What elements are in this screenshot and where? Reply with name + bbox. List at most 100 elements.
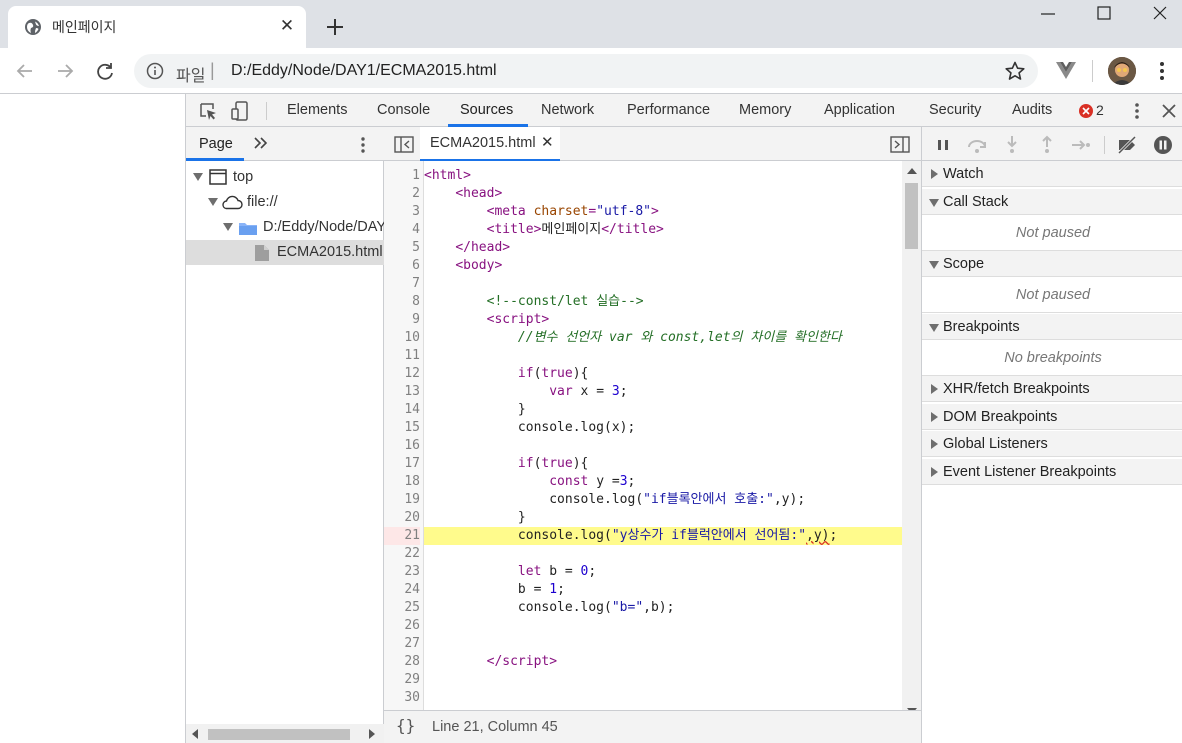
scrollbar-thumb[interactable] <box>208 729 350 740</box>
line-number[interactable]: 27 <box>384 635 420 653</box>
pretty-print-button[interactable]: {} <box>396 716 415 735</box>
tab-performance[interactable]: Performance <box>627 94 710 127</box>
tab-security[interactable]: Security <box>929 94 981 127</box>
line-number[interactable]: 10 <box>384 329 420 347</box>
tab-close-button[interactable]: ✕ <box>278 16 296 36</box>
step-icon[interactable] <box>1070 134 1092 156</box>
maximize-icon[interactable] <box>1092 4 1116 24</box>
line-number[interactable]: 1 <box>384 167 420 185</box>
line-number[interactable]: 30 <box>384 689 420 707</box>
section-xhr-breakpoints[interactable]: XHR/fetch Breakpoints <box>922 376 1182 402</box>
line-number[interactable]: 7 <box>384 275 420 293</box>
line-number[interactable]: 16 <box>384 437 420 455</box>
tab-console[interactable]: Console <box>377 94 430 127</box>
line-number[interactable]: 5 <box>384 239 420 257</box>
info-icon[interactable] <box>146 62 164 80</box>
line-number[interactable]: 6 <box>384 257 420 275</box>
line-number[interactable]: 24 <box>384 581 420 599</box>
section-event-listener-breakpoints[interactable]: Event Listener Breakpoints <box>922 459 1182 485</box>
triangle-down-icon[interactable] <box>223 223 233 231</box>
arrow-right-icon[interactable] <box>54 60 76 82</box>
triangle-right-icon[interactable] <box>931 169 938 179</box>
line-number[interactable]: 18 <box>384 473 420 491</box>
minimize-icon[interactable] <box>1036 4 1060 24</box>
line-number[interactable]: 15 <box>384 419 420 437</box>
toggle-navigator-icon[interactable] <box>394 136 414 153</box>
star-icon[interactable] <box>1004 60 1026 82</box>
editor-file-tab[interactable]: ECMA2015.html ✕ <box>420 127 560 161</box>
tree-item-file-origin[interactable]: file:// <box>186 190 384 215</box>
device-toolbar-icon[interactable] <box>230 100 252 122</box>
line-number[interactable]: 4 <box>384 221 420 239</box>
tab-page[interactable]: Page <box>199 127 233 161</box>
triangle-down-icon[interactable] <box>193 173 203 181</box>
line-number[interactable]: 13 <box>384 383 420 401</box>
section-dom-breakpoints[interactable]: DOM Breakpoints <box>922 404 1182 430</box>
triangle-down-icon[interactable] <box>929 199 939 207</box>
address-bar[interactable]: 파일 | D:/Eddy/Node/DAY1/ECMA2015.html <box>134 54 1038 88</box>
reload-icon[interactable] <box>94 60 116 82</box>
kebab-icon[interactable] <box>1152 60 1172 82</box>
error-count[interactable]: 2 <box>1096 94 1104 127</box>
tree-item-folder[interactable]: D:/Eddy/Node/DAY1 <box>186 215 384 240</box>
inspect-element-icon[interactable] <box>198 101 218 121</box>
section-scope[interactable]: Scope <box>922 251 1182 277</box>
line-number[interactable]: 25 <box>384 599 420 617</box>
triangle-down-icon[interactable] <box>929 324 939 332</box>
browser-tab[interactable]: 메인페이지 ✕ <box>8 6 306 48</box>
file-tab-close-button[interactable]: ✕ <box>541 127 554 158</box>
navigator-horizontal-scrollbar[interactable] <box>186 724 384 743</box>
line-number[interactable]: 11 <box>384 347 420 365</box>
vue-devtools-icon[interactable] <box>1054 58 1078 82</box>
avatar[interactable] <box>1108 57 1136 85</box>
triangle-down-icon[interactable] <box>929 261 939 269</box>
code-content[interactable]: <html> <head> <meta charset="utf-8"> <ti… <box>424 161 902 721</box>
line-number[interactable]: 9 <box>384 311 420 329</box>
tab-sources[interactable]: Sources <box>460 94 513 127</box>
tree-item-top[interactable]: top <box>186 165 384 190</box>
line-number[interactable]: 26 <box>384 617 420 635</box>
line-number[interactable]: 2 <box>384 185 420 203</box>
line-number[interactable]: 14 <box>384 401 420 419</box>
tab-memory[interactable]: Memory <box>739 94 791 127</box>
line-number[interactable]: 8 <box>384 293 420 311</box>
editor-vertical-scrollbar[interactable] <box>902 161 921 721</box>
scroll-right-icon[interactable] <box>368 729 376 739</box>
line-number[interactable]: 19 <box>384 491 420 509</box>
tree-item-file[interactable]: ECMA2015.html <box>186 240 384 265</box>
scroll-up-icon[interactable] <box>907 167 917 175</box>
triangle-down-icon[interactable] <box>208 198 218 206</box>
section-breakpoints[interactable]: Breakpoints <box>922 314 1182 340</box>
step-out-icon[interactable] <box>1036 134 1058 156</box>
section-watch[interactable]: Watch <box>922 161 1182 187</box>
line-number[interactable]: 20 <box>384 509 420 527</box>
section-global-listeners[interactable]: Global Listeners <box>922 431 1182 457</box>
scrollbar-thumb[interactable] <box>905 183 918 249</box>
tab-audits[interactable]: Audits <box>1012 94 1052 127</box>
triangle-right-icon[interactable] <box>931 384 938 394</box>
deactivate-breakpoints-icon[interactable] <box>1116 134 1138 156</box>
pause-on-exceptions-icon[interactable] <box>1152 134 1174 156</box>
toggle-debugger-icon[interactable] <box>890 136 910 153</box>
tab-network[interactable]: Network <box>541 94 594 127</box>
line-number[interactable]: 3 <box>384 203 420 221</box>
line-number[interactable]: 21 <box>384 527 420 545</box>
error-icon[interactable] <box>1078 103 1094 119</box>
tab-elements[interactable]: Elements <box>287 94 347 127</box>
url-text[interactable]: D:/Eddy/Node/DAY1/ECMA2015.html <box>231 62 497 80</box>
line-number[interactable]: 28 <box>384 653 420 671</box>
tab-application[interactable]: Application <box>824 94 895 127</box>
kebab-icon[interactable] <box>1130 101 1144 121</box>
line-number[interactable]: 29 <box>384 671 420 689</box>
line-number[interactable]: 23 <box>384 563 420 581</box>
triangle-right-icon[interactable] <box>931 439 938 449</box>
scroll-left-icon[interactable] <box>191 729 199 739</box>
close-icon[interactable] <box>1160 102 1178 120</box>
step-into-icon[interactable] <box>1001 134 1023 156</box>
step-over-icon[interactable] <box>966 134 988 156</box>
triangle-right-icon[interactable] <box>931 467 938 477</box>
chevron-double-right-icon[interactable] <box>252 134 270 152</box>
line-number[interactable]: 22 <box>384 545 420 563</box>
plus-icon[interactable] <box>322 14 348 40</box>
line-number-gutter[interactable]: 1 2 3 4 5 6 7 8 9 10 11 12 13 14 15 16 17 18 19 20 21 22 23 24 2… <box>384 161 424 721</box>
